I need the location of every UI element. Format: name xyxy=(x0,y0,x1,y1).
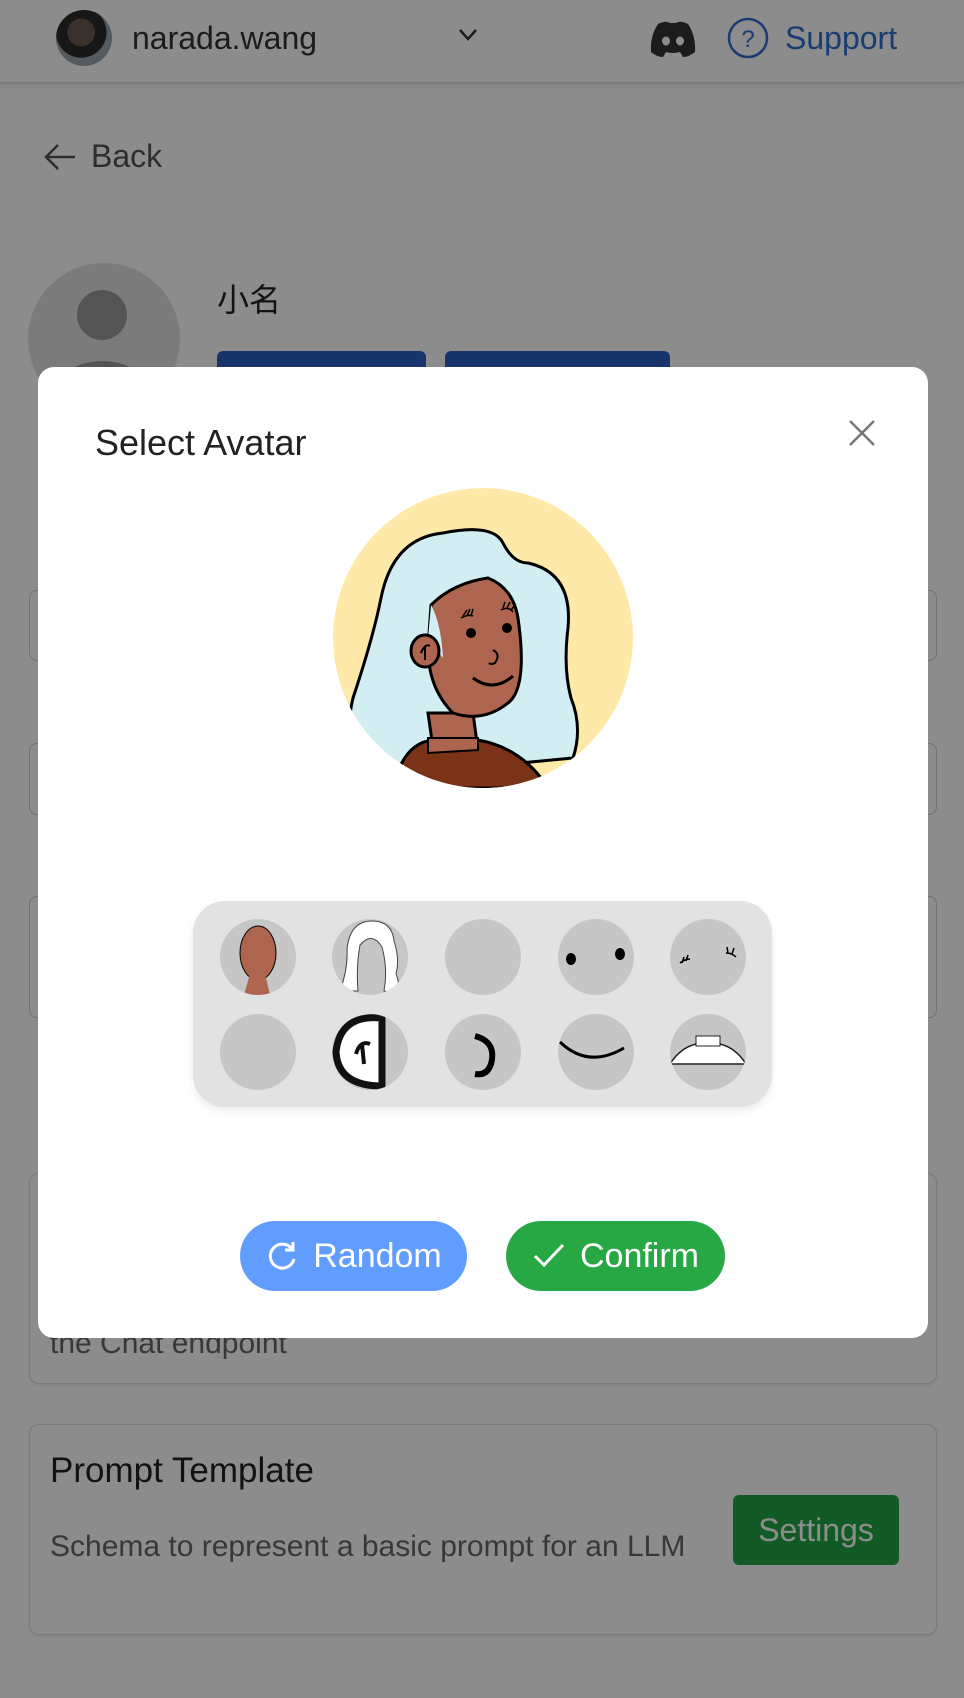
eyebrows-part-icon xyxy=(679,946,737,964)
ear-part-icon xyxy=(332,1014,386,1090)
close-icon[interactable] xyxy=(844,415,880,451)
face-part-icon xyxy=(239,925,277,995)
random-button[interactable]: Random xyxy=(240,1221,467,1291)
avatar-parts-panel xyxy=(193,901,772,1107)
select-avatar-modal: Select Avatar Random Confirm xyxy=(38,367,928,1338)
confirm-label: Confirm xyxy=(579,1236,700,1275)
part-face-option[interactable] xyxy=(220,919,296,995)
modal-title: Select Avatar xyxy=(95,422,307,463)
part-eyes-option[interactable] xyxy=(558,919,634,995)
part-hair-option[interactable] xyxy=(332,919,408,995)
nose-part-icon xyxy=(474,1033,496,1078)
mouth-part-icon xyxy=(558,1040,625,1059)
confirm-button[interactable]: Confirm xyxy=(506,1221,725,1291)
body-part-icon xyxy=(670,1035,746,1065)
part-ear-option[interactable] xyxy=(332,1014,408,1090)
hair-part-icon xyxy=(339,920,400,994)
part-mouth-option[interactable] xyxy=(558,1014,634,1090)
random-label: Random xyxy=(313,1236,442,1275)
part-body-option[interactable] xyxy=(670,1014,746,1090)
part-blank-option[interactable] xyxy=(445,919,521,995)
avatar-preview xyxy=(333,488,633,788)
refresh-icon xyxy=(269,1242,296,1270)
part-accessory-option[interactable] xyxy=(220,1014,296,1090)
check-icon xyxy=(533,1243,565,1268)
part-nose-option[interactable] xyxy=(445,1014,521,1090)
part-eyebrows-option[interactable] xyxy=(670,919,746,995)
eyes-part-icon xyxy=(566,948,625,965)
